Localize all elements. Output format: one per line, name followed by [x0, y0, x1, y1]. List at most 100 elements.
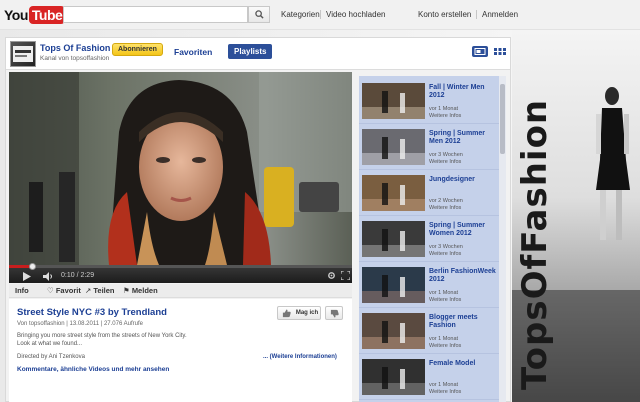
tab-playlists[interactable]: Playlists: [228, 44, 273, 59]
playlist-title[interactable]: Berlin FashionWeek 2012: [429, 268, 497, 284]
heart-icon: ♡: [47, 286, 56, 295]
playlist-thumbnail[interactable]: [362, 359, 425, 395]
tab-favorites[interactable]: Favoriten: [174, 47, 212, 57]
grid-view-icon: [494, 48, 506, 55]
like-button[interactable]: Mag ich: [277, 306, 321, 320]
share-action[interactable]: ↗ Teilen: [85, 286, 115, 295]
playlist-more-info[interactable]: Weitere Infos: [429, 113, 461, 119]
thumbnail-image: [362, 267, 425, 303]
playlist-item[interactable]: Spring | Summer Women 2012 vor 3 Wochen We…: [359, 218, 499, 262]
video-description: Bringing you more street style from the …: [17, 332, 217, 348]
channel-name[interactable]: Tops Of Fashion: [40, 43, 110, 53]
playlist-age: vor 1 Monat: [429, 290, 459, 296]
subscribe-button[interactable]: Abonnieren: [112, 43, 163, 56]
play-icon[interactable]: [23, 272, 31, 281]
channel-box: Tops Of Fashion Kanal von topsoffashion …: [5, 37, 511, 402]
report-action[interactable]: ⚑ Melden: [123, 286, 158, 295]
playlist-thumbnail[interactable]: [362, 313, 425, 349]
like-label: Mag ich: [295, 310, 319, 316]
playlist-item[interactable]: Female Model vor 1 Monat Weitere Infos: [359, 356, 499, 400]
playlist-item[interactable]: Spring | Summer Men 2012 vor 3 Wochen Weit…: [359, 126, 499, 170]
thumbnail-image: [362, 221, 425, 257]
channel-subtitle: Kanal von topsoffashion: [40, 55, 110, 62]
upload-link[interactable]: Video hochladen: [326, 10, 385, 19]
playlist-age: vor 1 Monat: [429, 336, 459, 342]
video-info-panel: Street Style NYC #3 by Trendland Von top…: [9, 299, 352, 402]
thumbnail-image: [362, 129, 425, 165]
video-player[interactable]: [9, 72, 352, 265]
more-info-link[interactable]: ... (Weitere Informationen): [263, 354, 337, 360]
grid-view-button[interactable]: [492, 46, 508, 57]
playlist-title[interactable]: Jungdesigner: [429, 176, 497, 184]
favorite-action[interactable]: ♡ Favorit: [47, 286, 81, 295]
playlist-more-info[interactable]: Weitere Infos: [429, 205, 461, 211]
playlist-more-info[interactable]: Weitere Infos: [429, 297, 461, 303]
playlist-thumbnail[interactable]: [362, 221, 425, 257]
playlist-age: vor 3 Wochen: [429, 152, 463, 158]
playlist-title[interactable]: Blogger meets Fashion: [429, 314, 497, 330]
report-label: Melden: [131, 286, 158, 295]
search-icon: [254, 10, 264, 19]
playlist-age: vor 1 Monat: [429, 382, 459, 388]
playlist-title[interactable]: Spring | Summer Women 2012: [429, 222, 497, 238]
scrollbar-thumb[interactable]: [500, 84, 505, 154]
youtube-logo[interactable]: You Tube: [4, 5, 66, 24]
playlist-more-info[interactable]: Weitere Infos: [429, 389, 461, 395]
playlist-item[interactable]: Blogger meets Fashion vor 1 Monat Weitere …: [359, 310, 499, 354]
playlist-thumbnail[interactable]: [362, 129, 425, 165]
categories-link[interactable]: Kategorien: [281, 10, 320, 19]
video-director: Directed by Ani Tzenkova: [17, 354, 85, 360]
thumbs-down-icon: [330, 309, 339, 318]
description-line: Look at what we found...: [17, 341, 83, 347]
volume-icon[interactable]: [43, 272, 53, 281]
progress-bar[interactable]: [9, 263, 352, 270]
player-view-icon: [474, 48, 486, 55]
logo-you: You: [4, 6, 28, 23]
search-button[interactable]: [248, 6, 270, 23]
playlist-scrollbar[interactable]: [499, 76, 506, 402]
info-action[interactable]: Info: [15, 286, 29, 295]
login-link[interactable]: Anmelden: [482, 10, 518, 19]
playlist-thumbnail[interactable]: [362, 267, 425, 303]
masthead-separator: [320, 10, 321, 19]
description-line: Bringing you more street style from the …: [17, 333, 187, 339]
playlist-thumbnail[interactable]: [362, 175, 425, 211]
logo-tube: Tube: [28, 5, 66, 24]
thumbnail-image: [362, 175, 425, 211]
playlist-title[interactable]: Fall | Winter Men 2012: [429, 84, 497, 100]
action-bar: Info ♡ Favorit ↗ Teilen ⚑ Melden: [9, 284, 352, 298]
fullscreen-icon[interactable]: [341, 271, 350, 280]
create-account-link[interactable]: Konto erstellen: [418, 10, 471, 19]
share-label: Teilen: [93, 286, 115, 295]
progress-handle[interactable]: [28, 263, 36, 270]
playlist-item[interactable]: Berlin FashionWeek 2012 vor 1 Monat Weiter…: [359, 264, 499, 308]
thumbnail-image: [362, 313, 425, 349]
comments-link[interactable]: Kommentare, ähnliche Videos und mehr ans…: [17, 366, 169, 373]
thumbnail-image: [362, 359, 425, 395]
playlist-more-info[interactable]: Weitere Infos: [429, 343, 461, 349]
playlist-item[interactable]: Fall | Winter Men 2012 vor 1 Monat Weitere…: [359, 80, 499, 124]
channel-header: Tops Of Fashion Kanal von topsoffashion …: [6, 38, 510, 70]
flag-icon: ⚑: [123, 286, 132, 295]
thumbnail-image: [362, 83, 425, 119]
video-frame-image: [9, 72, 352, 265]
video-title[interactable]: Street Style NYC #3 by Trendland: [17, 307, 167, 318]
playlist-age: vor 1 Monat: [429, 106, 459, 112]
playlist-age: vor 3 Wochen: [429, 244, 463, 250]
search-input[interactable]: [63, 6, 248, 23]
gear-icon[interactable]: [327, 271, 336, 280]
dislike-button[interactable]: [325, 306, 343, 320]
playlist-age: vor 2 Wochen: [429, 198, 463, 204]
playlist-more-info[interactable]: Weitere Infos: [429, 159, 461, 165]
info-label: Info: [15, 286, 29, 295]
playlist-title[interactable]: Female Model: [429, 360, 497, 368]
time-display: 0:10 / 2:29: [61, 272, 95, 279]
playlist-thumbnail[interactable]: [362, 83, 425, 119]
channel-avatar[interactable]: [10, 41, 36, 67]
player-controls: 0:10 / 2:29: [9, 263, 352, 283]
playlist-title[interactable]: Spring | Summer Men 2012: [429, 130, 497, 146]
brand-watermark-text: TopsOfFashion: [515, 98, 555, 390]
player-view-button[interactable]: [472, 46, 488, 57]
playlist-item[interactable]: Jungdesigner vor 2 Wochen Weitere Infos: [359, 172, 499, 216]
playlist-more-info[interactable]: Weitere Infos: [429, 251, 461, 257]
